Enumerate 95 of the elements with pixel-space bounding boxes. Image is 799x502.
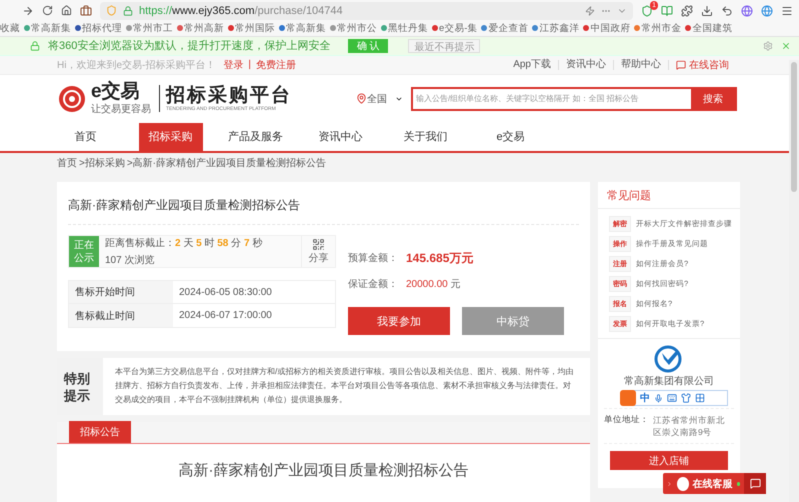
bookmark-item[interactable]: 爱企查首 (481, 22, 528, 35)
announcement-title: 高新·薛家精创产业园项目质量检测招标公告 (178, 461, 470, 480)
budget-label: 预算金额： (348, 252, 398, 265)
ime-logo-icon (620, 390, 636, 406)
countdown-text: 距离售标截止：2 天 5 时 58 分 7 秒 (105, 236, 264, 250)
shirt-icon[interactable] (681, 393, 691, 403)
bookmark-item[interactable]: 常州市金 (634, 22, 682, 35)
bookmark-item[interactable]: 常州国际 (228, 22, 275, 35)
shield-icon (106, 5, 117, 16)
join-button[interactable]: 我要参加 (348, 307, 450, 335)
bookmark-item[interactable]: 常州高新 (177, 22, 224, 35)
consult-link[interactable]: 在线咨询 (689, 58, 729, 72)
breadcrumb-link[interactable]: >招标采购 (79, 156, 125, 170)
share-button[interactable]: 分享 (301, 236, 335, 267)
menu-icon[interactable] (781, 4, 793, 17)
chat-icon (676, 60, 686, 70)
book-icon[interactable] (661, 4, 673, 17)
ime-mode: 中 (640, 392, 650, 405)
bookmark-item[interactable]: 常高新集 (279, 22, 326, 35)
project-title: 高新·薛家精创产业园项目质量检测招标公告 (68, 182, 579, 225)
chat-link[interactable]: 在线客服 (692, 476, 733, 490)
search-button[interactable]: 搜索 (691, 88, 735, 110)
logo-icon (57, 84, 87, 114)
budget-amount: 145.685万元 (406, 250, 474, 266)
bookmark-item[interactable]: e交易-集 (432, 22, 478, 35)
notice-title: 特别提示 (57, 358, 103, 415)
qr-code-icon (312, 238, 325, 251)
bookmark-item[interactable]: 全国建筑 (685, 22, 732, 35)
home-icon[interactable] (61, 5, 72, 16)
undo-icon[interactable] (721, 4, 733, 17)
lock-icon (123, 6, 133, 16)
nav-item[interactable]: 招标采购 (138, 122, 202, 151)
nav-item[interactable]: 首页 (64, 122, 106, 151)
register-link[interactable]: 免费注册 (256, 58, 296, 72)
top-link[interactable]: 帮助中心 (614, 60, 669, 70)
bookmark-item[interactable]: 中国政府 (583, 22, 630, 35)
bookmark-item[interactable]: 常高新集 (24, 22, 71, 35)
briefcase-icon[interactable] (80, 4, 92, 17)
lock-icon (30, 40, 40, 51)
table-cell: 售标开始时间 (69, 281, 173, 303)
top-link[interactable]: 资讯中心 (559, 60, 614, 70)
region-selector[interactable]: 全国 (367, 92, 387, 106)
nav-item[interactable]: 关于我们 (394, 122, 458, 151)
logo-slogan: 让交易更容易 (91, 102, 151, 116)
enter-shop-button[interactable]: 进入店铺 (610, 451, 728, 470)
infobar-message: 将360安全浏览器设为默认，提升打开速度，保护上网安全 (48, 38, 330, 54)
welcome-text: Hi，欢迎来到e交易-招标采购平台！ (57, 58, 216, 72)
nav-item[interactable]: 产品及服务 (218, 122, 293, 151)
logo-text: e交易 (91, 82, 141, 102)
forward-icon[interactable] (22, 4, 34, 17)
bookmark-item[interactable]: 常州市工 (126, 22, 173, 35)
address-label: 单位地址： (604, 414, 649, 426)
url-text: https://www.ejy365.com/purchase/104744 (139, 4, 343, 17)
breadcrumb-link[interactable]: 首页 (57, 156, 77, 170)
reload-icon[interactable] (42, 5, 53, 16)
company-logo-icon (654, 345, 684, 373)
bookmark-item[interactable]: 招标代理 (75, 22, 122, 35)
address-text: 江苏省常州市新北区崇义南路9号 (653, 414, 726, 438)
tab[interactable]: 招标公告 (69, 421, 131, 443)
bookmark-item[interactable]: 江苏鑫洋 (532, 22, 580, 35)
shield-icon[interactable] (641, 4, 653, 17)
globe-icon[interactable] (741, 4, 753, 17)
extensions-icon[interactable] (681, 4, 693, 17)
avatar-icon (676, 476, 689, 490)
online-dot (736, 482, 740, 486)
login-link[interactable]: 登录 (223, 58, 244, 72)
lightning-icon[interactable] (585, 6, 595, 16)
table-cell-text: 2024-06-07 17:00:00 (178, 309, 273, 323)
bookmark-item[interactable]: 收藏 (0, 22, 20, 35)
microphone-icon[interactable] (654, 394, 663, 402)
chat-icon (744, 473, 766, 494)
grid-icon[interactable] (695, 393, 705, 403)
download-icon[interactable] (701, 4, 713, 17)
search-field[interactable]: 输入公告/组织单位名称、关键字以空格隔开 如：全国 招标公告 搜索 (411, 86, 737, 111)
bookmark-item[interactable]: 常州市公 (330, 22, 377, 35)
views-count: 107 次浏览 (105, 254, 156, 267)
separator: | (248, 59, 251, 70)
location-pin-icon (356, 93, 367, 104)
notice-text: 本平台为第三方交易信息平台，仅对挂牌方和/或招标方的相关资质进行审核。项目公告以及相关信息、图片、视频、附件等，均由挂牌方、招标方自行负责发布、上传，并承担相应法律责任。本平台对项目公告等各项信息、素材不承担审核义务与法律责任。对交易成交的项目，本平台不强制挂牌机构（单位）提供退换服务。 (114, 366, 574, 406)
table-cell-text: 2024-06-05 08:30:00 (178, 286, 273, 300)
keyboard-icon[interactable] (667, 393, 677, 403)
nav-item[interactable]: e交易 (486, 122, 535, 151)
deposit-unit: 元 (450, 279, 460, 290)
globe-icon[interactable] (761, 4, 773, 17)
table-cell: 售标截止时间 (69, 304, 173, 327)
bookmark-item[interactable]: 黑牡丹集 (381, 22, 428, 35)
loan-button[interactable]: 中标贷 (462, 307, 564, 335)
deposit-label: 保证金额： (348, 278, 398, 291)
status-label: 正在公示 (69, 236, 99, 267)
deposit-amount: 20000.00 (406, 279, 448, 290)
faq-title: 常见问题 (598, 182, 740, 209)
breadcrumb-link[interactable]: >高新·薛家精创产业园项目质量检测招标公告 (126, 156, 326, 170)
nav-item[interactable]: 资讯中心 (308, 122, 372, 151)
top-link[interactable]: App下载 (506, 60, 559, 70)
platform-title: 招标采购平台 (166, 85, 292, 106)
